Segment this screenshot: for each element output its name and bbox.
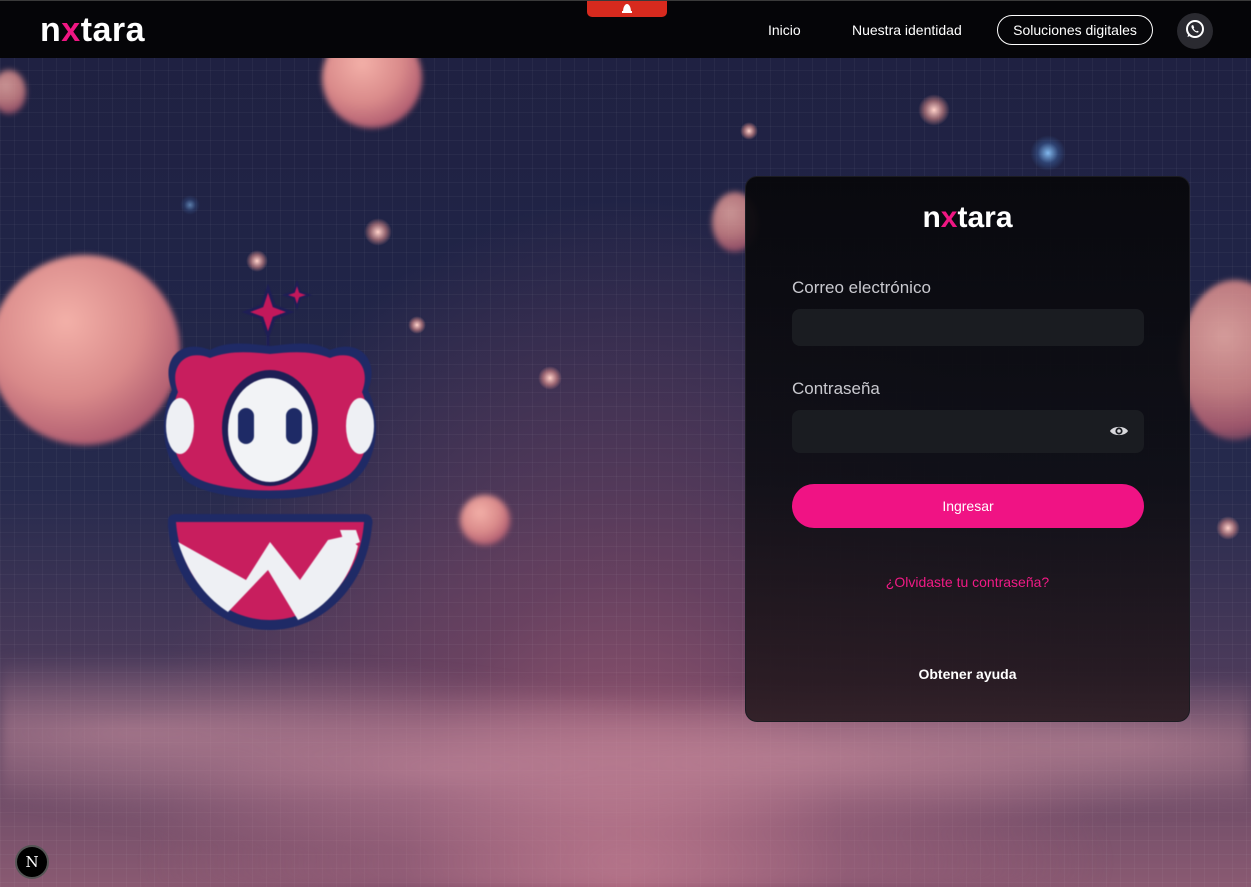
eye-icon[interactable] <box>1108 423 1130 439</box>
star <box>408 316 426 334</box>
email-field[interactable] <box>792 309 1144 346</box>
brand-logo[interactable]: nxtara <box>40 13 145 47</box>
password-field[interactable] <box>792 410 1144 453</box>
card-logo: nxtara <box>746 203 1189 233</box>
top-navbar: nxtara Inicio Nuestra identidad Solucion… <box>0 0 1251 58</box>
top-tab-toggle[interactable] <box>587 1 667 17</box>
badge-label: N <box>25 853 39 871</box>
forgot-password-link[interactable]: ¿Olvidaste tu contraseña? <box>746 574 1189 590</box>
logo-x-mark: x <box>61 11 81 49</box>
logo-text: n <box>40 11 62 49</box>
email-label: Correo electrónico <box>792 278 931 297</box>
logo-text: n <box>922 201 941 234</box>
star <box>740 122 758 140</box>
star <box>538 366 562 390</box>
star <box>364 218 392 246</box>
star <box>918 94 950 126</box>
blue-glow <box>180 195 200 215</box>
nav-inicio[interactable]: Inicio <box>768 22 801 38</box>
hat-icon <box>621 0 633 18</box>
logo-text: tara <box>80 11 146 49</box>
password-label: Contraseña <box>792 379 880 398</box>
submit-label: Ingresar <box>942 498 994 514</box>
star <box>1216 516 1240 540</box>
get-help-link[interactable]: Obtener ayuda <box>746 666 1189 682</box>
planet-mid <box>460 495 510 545</box>
nav-button-label: Soluciones digitales <box>1013 22 1137 38</box>
nav-nuestra-identidad[interactable]: Nuestra identidad <box>852 22 962 38</box>
dev-tools-badge[interactable]: N <box>15 845 49 879</box>
mascot-illustration <box>150 279 390 650</box>
blue-glow <box>1030 135 1066 171</box>
logo-x-mark: x <box>940 201 958 234</box>
nav-soluciones-digitales-button[interactable]: Soluciones digitales <box>997 15 1153 45</box>
logo-text: tara <box>957 201 1013 234</box>
whatsapp-button[interactable] <box>1177 13 1213 49</box>
login-submit-button[interactable]: Ingresar <box>792 484 1144 528</box>
star <box>246 250 268 272</box>
login-card: nxtara Correo electrónico Contraseña Ing… <box>745 176 1190 722</box>
whatsapp-icon <box>1185 19 1205 44</box>
